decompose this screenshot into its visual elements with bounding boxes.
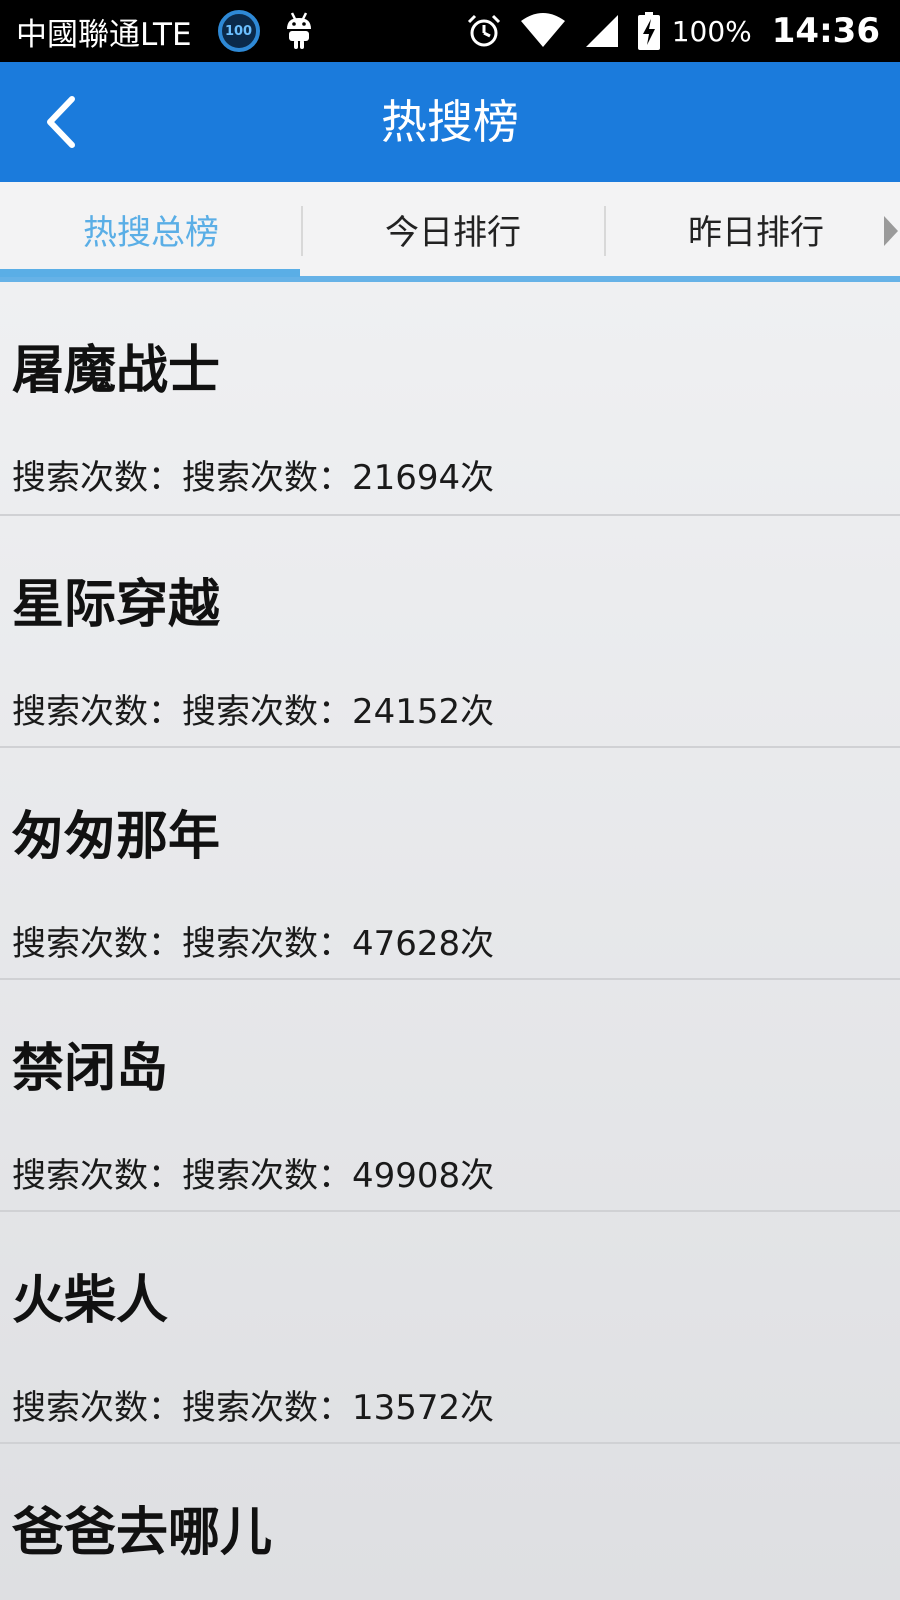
wifi-icon: [520, 13, 566, 49]
tab-scroll-right-icon[interactable]: [882, 214, 900, 248]
item-search-count: 搜索次数：搜索次数：24152次: [12, 692, 495, 732]
tab-active-indicator: [0, 269, 300, 277]
list-item[interactable]: 匆匆那年 搜索次数：搜索次数：47628次: [0, 748, 900, 980]
android-icon: [284, 11, 314, 51]
title-bar: 热搜榜: [0, 62, 900, 182]
signal-icon: [584, 13, 620, 49]
item-title: 屠魔战士: [12, 341, 221, 401]
battery-charging-icon: [637, 12, 660, 50]
list-item[interactable]: 星际穿越 搜索次数：搜索次数：24152次: [0, 516, 900, 748]
tab-bar: 热搜总榜 今日排行 昨日排行: [0, 182, 900, 282]
clock: 14:36: [771, 11, 880, 51]
list-item[interactable]: 屠魔战士 搜索次数：搜索次数：21694次: [0, 282, 900, 516]
hot-search-list: 屠魔战士 搜索次数：搜索次数：21694次 星际穿越 搜索次数：搜索次数：241…: [0, 282, 900, 1600]
item-search-count: 搜索次数：搜索次数：21694次: [12, 458, 495, 498]
page-title: 热搜榜: [381, 95, 519, 149]
alarm-icon: [466, 13, 502, 49]
item-search-count: 搜索次数：搜索次数：49908次: [12, 1156, 495, 1196]
item-title: 爸爸去哪儿: [12, 1503, 273, 1563]
battery-percent: 100%: [671, 14, 752, 48]
tab-yesterday-ranking[interactable]: 昨日排行: [605, 182, 900, 276]
item-search-count: 搜索次数：搜索次数：47628次: [12, 924, 495, 964]
tab-today-ranking[interactable]: 今日排行: [302, 182, 604, 276]
list-item[interactable]: 爸爸去哪儿: [0, 1444, 900, 1600]
status-left: 中國聯通LTE 100: [16, 0, 314, 62]
badge-100-icon: 100: [217, 10, 260, 52]
item-search-count: 搜索次数：搜索次数：13572次: [12, 1388, 495, 1428]
carrier-name: 中國聯通LTE: [16, 16, 192, 53]
item-title: 匆匆那年: [12, 807, 221, 867]
item-title: 星际穿越: [12, 575, 221, 635]
status-bar: 中國聯通LTE 100 100% 14:36: [0, 0, 900, 62]
item-title: 禁闭岛: [12, 1039, 169, 1099]
status-right: 100% 14:36: [448, 0, 880, 62]
list-item[interactable]: 禁闭岛 搜索次数：搜索次数：49908次: [0, 980, 900, 1212]
tab-hot-total[interactable]: 热搜总榜: [0, 182, 302, 276]
list-item[interactable]: 火柴人 搜索次数：搜索次数：13572次: [0, 1212, 900, 1444]
item-title: 火柴人: [12, 1271, 169, 1331]
